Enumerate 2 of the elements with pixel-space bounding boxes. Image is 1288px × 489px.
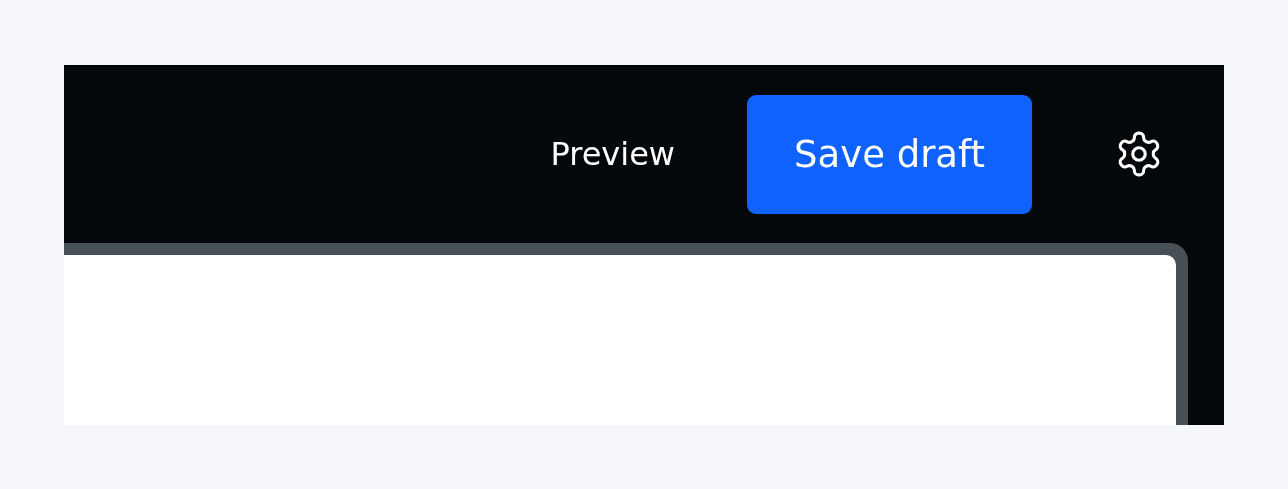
preview-link[interactable]: Preview <box>550 135 675 173</box>
save-draft-button[interactable]: Save draft <box>747 94 1032 214</box>
